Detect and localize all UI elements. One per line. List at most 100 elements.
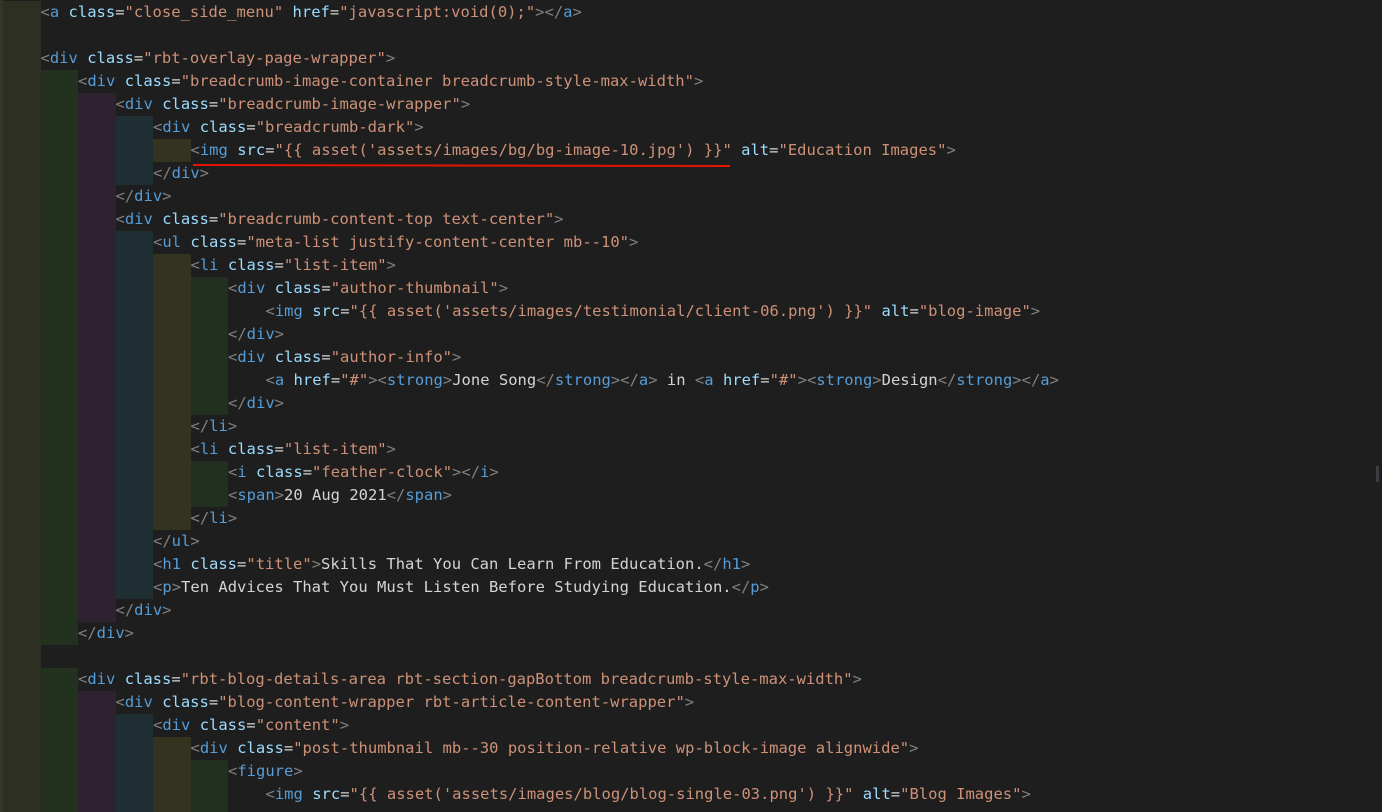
indent-guide — [190, 300, 228, 323]
indent-guide — [3, 806, 41, 812]
code-line[interactable]: </li> — [0, 507, 1382, 530]
code-line[interactable]: <a href="#"><strong>Jone Song</strong></… — [0, 369, 1382, 392]
tag-token: p — [750, 578, 760, 596]
indent-guide — [78, 599, 116, 622]
tag-token: ul — [162, 233, 182, 251]
attribute-token: class — [227, 256, 275, 274]
string-token: "post-thumbnail mb--30 position-relative… — [293, 739, 910, 757]
string-token: "list-item" — [283, 440, 387, 458]
indent-guide — [115, 277, 153, 300]
code-line[interactable]: <div class="breadcrumb-image-wrapper"> — [0, 93, 1382, 116]
indent-guide — [3, 116, 41, 139]
indent-guide — [3, 392, 41, 415]
punctuation-token: > — [227, 417, 238, 435]
indent-guide — [115, 484, 153, 507]
punctuation-token: </ — [78, 624, 97, 642]
code-line[interactable] — [0, 645, 1382, 668]
code-line[interactable]: </div> — [0, 599, 1382, 622]
code-line[interactable]: <div class="rbt-blog-details-area rbt-se… — [0, 668, 1382, 691]
attribute-token: src — [237, 141, 266, 159]
tag-token: div — [124, 693, 153, 711]
code-line[interactable]: <div class="post-thumbnail mb--30 positi… — [0, 737, 1382, 760]
code-line[interactable]: <img src="{{ asset('assets/images/blog/b… — [0, 783, 1382, 806]
code-line[interactable]: <ul class="meta-list justify-content-cen… — [0, 231, 1382, 254]
code-line[interactable]: </div> — [0, 323, 1382, 346]
indent-guide — [40, 231, 78, 254]
string-token: "breadcrumb-image-container breadcrumb-s… — [180, 72, 694, 90]
code-line[interactable]: <div class="author-info"> — [0, 346, 1382, 369]
code-line[interactable]: <figure> — [0, 760, 1382, 783]
string-token: "author-info" — [330, 348, 453, 366]
code-line[interactable]: <img src="{{ asset('assets/images/bg/bg-… — [0, 139, 1382, 162]
code-line[interactable]: <div class="blog-content-wrapper rbt-art… — [0, 691, 1382, 714]
indent-guide — [3, 1, 41, 24]
string-token: "list-item" — [283, 256, 387, 274]
code-line[interactable]: </li> — [0, 415, 1382, 438]
indent-guide — [78, 93, 116, 116]
code-line[interactable]: <span>20 Aug 2021</span> — [0, 484, 1382, 507]
code-line[interactable]: </ul> — [0, 530, 1382, 553]
indent-guide — [40, 254, 78, 277]
scrollbar-marker[interactable] — [1376, 466, 1379, 482]
code-text: <img src="{{ asset('assets/images/blog/b… — [266, 783, 1031, 806]
punctuation-token: > — [274, 325, 285, 343]
indent-guide — [78, 346, 116, 369]
code-line[interactable]: <a class="close_side_menu" href="javascr… — [0, 1, 1382, 24]
tag-token: strong — [554, 371, 611, 389]
attribute-token: class — [274, 348, 322, 366]
code-text: <div class="content"> — [153, 714, 349, 737]
tag-token: img — [199, 141, 228, 159]
indent-guide — [40, 392, 78, 415]
code-line[interactable]: <li class="list-item"> — [0, 254, 1382, 277]
code-line[interactable]: <i class="feather-clock"></i> — [0, 461, 1382, 484]
code-line[interactable]: <h1 class="title">Skills That You Can Le… — [0, 553, 1382, 576]
code-line[interactable]: </div> — [0, 622, 1382, 645]
code-line[interactable]: <div class="breadcrumb-content-top text-… — [0, 208, 1382, 231]
code-line[interactable] — [0, 806, 1382, 812]
code-text: <li class="list-item"> — [191, 438, 396, 461]
tag-token: strong — [816, 371, 873, 389]
indent-guide — [3, 737, 41, 760]
code-line[interactable]: </div> — [0, 185, 1382, 208]
code-line[interactable]: <img src="{{ asset('assets/images/testim… — [0, 300, 1382, 323]
indent-guide — [190, 346, 228, 369]
tag-token: li — [199, 256, 219, 274]
text-token: = — [265, 141, 275, 159]
indent-guide — [40, 461, 78, 484]
code-line[interactable]: <div class="breadcrumb-image-container b… — [0, 70, 1382, 93]
indent-guide — [78, 576, 116, 599]
code-line[interactable]: <div class="breadcrumb-dark"> — [0, 116, 1382, 139]
punctuation-token: </ — [703, 555, 723, 573]
indent-guide — [115, 231, 153, 254]
tag-token: div — [237, 348, 266, 366]
punctuation-token: < — [115, 693, 125, 711]
code-line[interactable]: <div class="content"> — [0, 714, 1382, 737]
indent-guide — [153, 438, 191, 461]
indent-guide — [115, 553, 153, 576]
code-editor[interactable]: <a class="close_side_menu" href="javascr… — [0, 0, 1382, 812]
code-text: <a class="close_side_menu" href="javascr… — [41, 1, 582, 24]
indent-guide — [78, 208, 116, 231]
indent-guide — [3, 484, 41, 507]
indent-guide — [40, 162, 78, 185]
indent-guide — [40, 806, 78, 812]
code-line[interactable]: <div class="rbt-overlay-page-wrapper"> — [0, 47, 1382, 70]
indent-guide — [3, 645, 41, 668]
string-token: "breadcrumb-dark" — [255, 118, 415, 136]
code-line[interactable]: <p>Ten Advices That You Must Listen Befo… — [0, 576, 1382, 599]
code-line[interactable]: </div> — [0, 392, 1382, 415]
indent-guide — [3, 622, 41, 645]
code-line[interactable] — [0, 24, 1382, 47]
code-line[interactable]: <li class="list-item"> — [0, 438, 1382, 461]
attribute-token: class — [162, 693, 209, 711]
punctuation-token: > — [684, 693, 695, 711]
indent-guide — [190, 392, 228, 415]
code-line[interactable]: <div class="author-thumbnail"> — [0, 277, 1382, 300]
tag-token: div — [246, 325, 275, 343]
punctuation-token: < — [228, 762, 238, 780]
